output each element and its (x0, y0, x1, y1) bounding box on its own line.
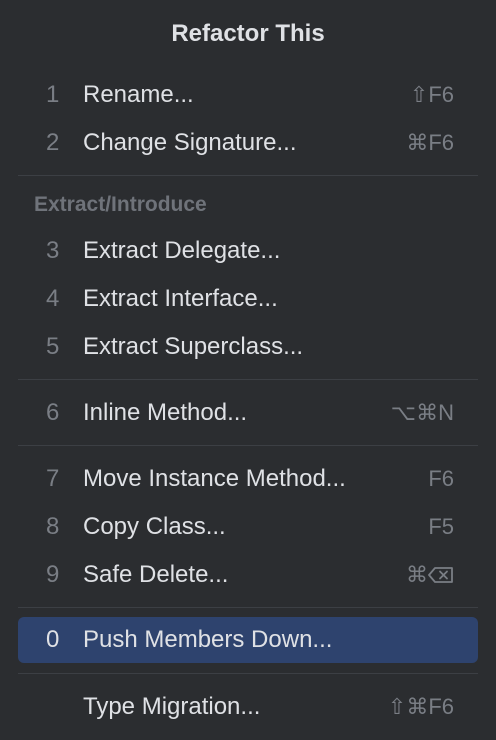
refactor-this-popup: Refactor This 1 Rename... ⇧F6 2 Change S… (0, 0, 496, 740)
menu-divider (18, 175, 478, 176)
menu-item-extract-interface[interactable]: 4 Extract Interface... (18, 276, 478, 322)
menu-item-label: Extract Superclass... (83, 333, 304, 360)
menu-item-number: 4 (46, 285, 60, 312)
menu-item-label: Rename... (83, 81, 194, 108)
menu-item-copy-class[interactable]: 8 Copy Class... F5 (18, 504, 478, 550)
menu-item-shortcut: F5 (428, 514, 454, 539)
menu-item-extract-delegate[interactable]: 3 Extract Delegate... (18, 228, 478, 274)
menu-item-label: Inline Method... (83, 399, 248, 426)
menu-item-label: Move Instance Method... (83, 465, 346, 492)
menu-item-number: 9 (46, 561, 60, 588)
menu-item-inline-method[interactable]: 6 Inline Method... ⌥⌘N (18, 390, 478, 436)
menu-item-shortcut: ⌥⌘N (390, 400, 454, 425)
menu-item-safe-delete[interactable]: 9 Safe Delete... ⌘ (18, 552, 478, 598)
menu-item-number: 8 (46, 513, 60, 540)
menu-item-number: 2 (46, 129, 60, 156)
menu-item-change-signature[interactable]: 2 Change Signature... ⌘F6 (18, 120, 478, 166)
menu-item-shortcut: ⌘ (406, 552, 454, 598)
menu-item-number: 0 (46, 626, 60, 653)
menu-item-rename[interactable]: 1 Rename... ⇧F6 (18, 72, 478, 118)
group-header-extract-introduce: Extract/Introduce (34, 193, 207, 216)
menu-item-label: Push Members Down... (83, 626, 333, 653)
menu-item-number: 7 (46, 465, 60, 492)
menu-item-move-instance-method[interactable]: 7 Move Instance Method... F6 (18, 456, 478, 502)
menu-divider (18, 379, 478, 380)
menu-item-push-members-down[interactable]: 0 Push Members Down... (18, 617, 478, 663)
menu-item-label: Extract Delegate... (83, 237, 281, 264)
menu-item-number (46, 684, 70, 730)
menu-item-label: Extract Interface... (83, 285, 278, 312)
menu-divider (18, 607, 478, 608)
menu-item-number: 5 (46, 333, 60, 360)
menu-item-label: Type Migration... (83, 693, 261, 720)
menu-item-label: Safe Delete... (83, 561, 229, 588)
menu-item-number: 3 (46, 237, 60, 264)
menu-divider (18, 445, 478, 446)
menu-item-label: Copy Class... (83, 513, 226, 540)
menu-item-type-migration[interactable]: Type Migration... ⇧⌘F6 (18, 684, 478, 730)
popup-title: Refactor This (171, 20, 325, 47)
menu-item-number: 1 (46, 81, 60, 108)
menu-item-label: Change Signature... (83, 129, 297, 156)
menu-item-shortcut: F6 (428, 466, 454, 491)
menu-item-shortcut: ⇧⌘F6 (387, 694, 454, 719)
menu-item-shortcut: ⌘F6 (406, 130, 454, 155)
menu-item-extract-superclass[interactable]: 5 Extract Superclass... (18, 324, 478, 370)
menu-item-number: 6 (46, 399, 60, 426)
command-key-glyph: ⌘ (406, 562, 428, 587)
menu-divider (18, 673, 478, 674)
delete-key-icon (428, 566, 453, 583)
menu-item-shortcut: ⇧F6 (409, 82, 454, 107)
